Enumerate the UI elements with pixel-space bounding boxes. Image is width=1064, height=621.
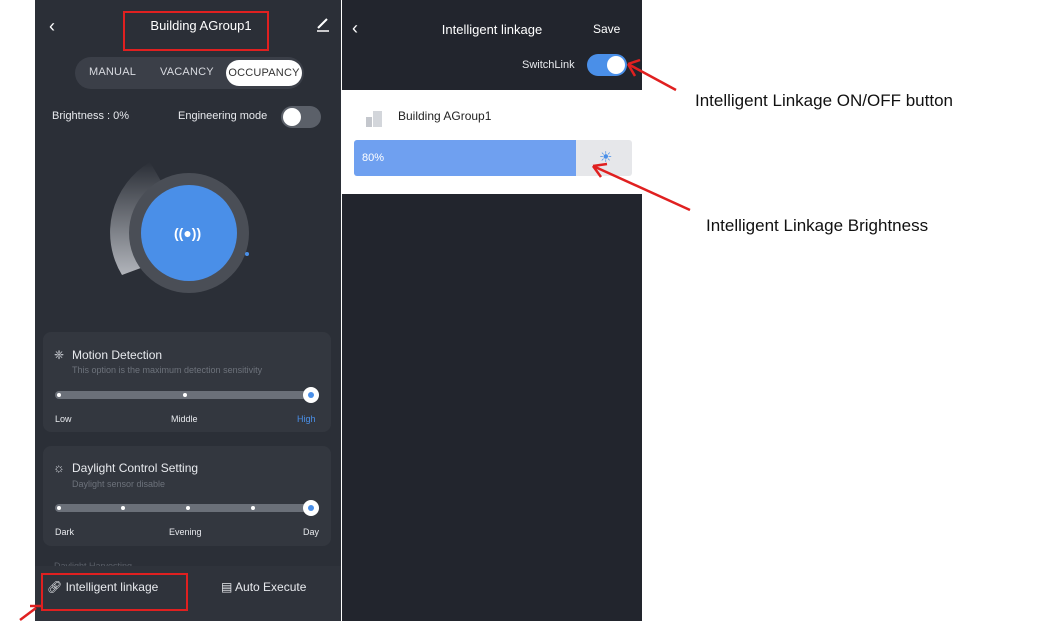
building-icon [366,111,384,132]
motion-sensitivity-slider[interactable] [55,391,315,399]
motion-slider-thumb[interactable] [303,387,319,403]
brightness-label: Brightness : 0% [52,110,130,122]
brightness-bar-fill [354,140,576,176]
motion-detection-subtitle: This option is the maximum detection sen… [72,365,263,375]
daylight-label-dark: Dark [55,527,75,537]
back-icon[interactable]: ‹ [49,16,55,37]
tab-manual[interactable]: MANUAL [89,66,136,78]
tab-vacancy[interactable]: VACANCY [160,66,214,78]
daylight-label-day: Day [303,527,320,537]
switchlink-label: SwitchLink [522,59,575,71]
save-button[interactable]: Save [593,22,620,36]
motion-detection-card: ❈ Motion Detection This option is the ma… [43,332,331,432]
brightness-annotation: Intelligent Linkage Brightness [706,216,929,235]
motion-label-middle: Middle [171,414,198,424]
motion-detection-title: Motion Detection [72,348,163,362]
daylight-label-evening: Evening [169,527,202,537]
engineering-mode-label: Engineering mode [178,110,268,122]
brightness-arrow [591,162,691,212]
document-icon: ▤ [221,580,233,594]
sun-icon: ☼ [53,460,65,475]
engineering-mode-toggle[interactable] [281,106,321,128]
page-title: Intelligent linkage [441,22,543,37]
onoff-arrow [626,58,677,92]
motion-icon: ❈ [54,348,65,362]
mode-segmented-control: MANUAL VACANCY OCCUPANCY [75,57,304,89]
occupancy-sensor-icon: ((●)) [174,225,202,241]
back-icon[interactable]: ‹ [352,18,358,39]
group-name: Building AGroup1 [398,109,492,123]
brightness-value: 80% [362,152,385,164]
daylight-slider-thumb[interactable] [303,500,319,516]
onoff-annotation: Intelligent Linkage ON/OFF button [695,91,953,110]
title-highlight [123,11,269,51]
motion-label-low: Low [55,414,72,424]
intelligent-linkage-highlight [41,573,188,611]
daylight-control-title: Daylight Control Setting [72,461,199,475]
daylight-slider[interactable] [55,504,315,512]
right-phone-screen: ‹ Intelligent linkage Save SwitchLink Bu… [342,0,642,621]
auto-execute-button[interactable]: ▤ Auto Execute [221,580,306,594]
edit-icon[interactable] [316,16,330,37]
daylight-control-card: ☼ Daylight Control Setting Daylight sens… [43,446,331,546]
tab-occupancy[interactable]: OCCUPANCY [226,60,302,86]
bottom-left-arrow [19,604,42,621]
daylight-control-subtitle: Daylight sensor disable [72,479,166,489]
left-phone-screen: ‹ Building AGroup1 MANUAL VACANCY OCCUPA… [35,0,341,621]
motion-label-high: High [297,414,316,424]
